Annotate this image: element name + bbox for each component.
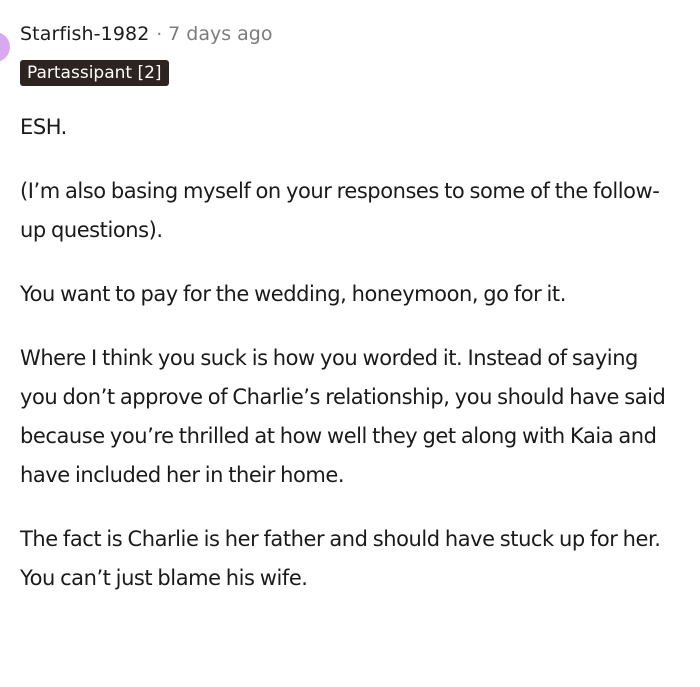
comment-meta: Starfish-1982 · 7 days ago (20, 20, 272, 48)
comment-body: ESH. (I’m also basing myself on your res… (20, 108, 680, 623)
comment-paragraph: (I’m also basing myself on your response… (20, 179, 660, 242)
timestamp-link[interactable]: 7 days ago (168, 23, 272, 45)
comment-paragraph: The fact is Charlie is her father and sh… (20, 527, 661, 590)
avatar[interactable] (0, 32, 10, 62)
comment-paragraph: Where I think you suck is how you worded… (20, 346, 666, 487)
comment: Starfish-1982 · 7 days ago Partassipant … (0, 0, 700, 687)
meta-separator: · (156, 23, 163, 45)
username-link[interactable]: Starfish-1982 (20, 23, 149, 45)
user-flair: Partassipant [2] (20, 60, 169, 86)
comment-paragraph: You want to pay for the wedding, honeymo… (20, 282, 566, 306)
comment-paragraph: ESH. (20, 115, 67, 139)
